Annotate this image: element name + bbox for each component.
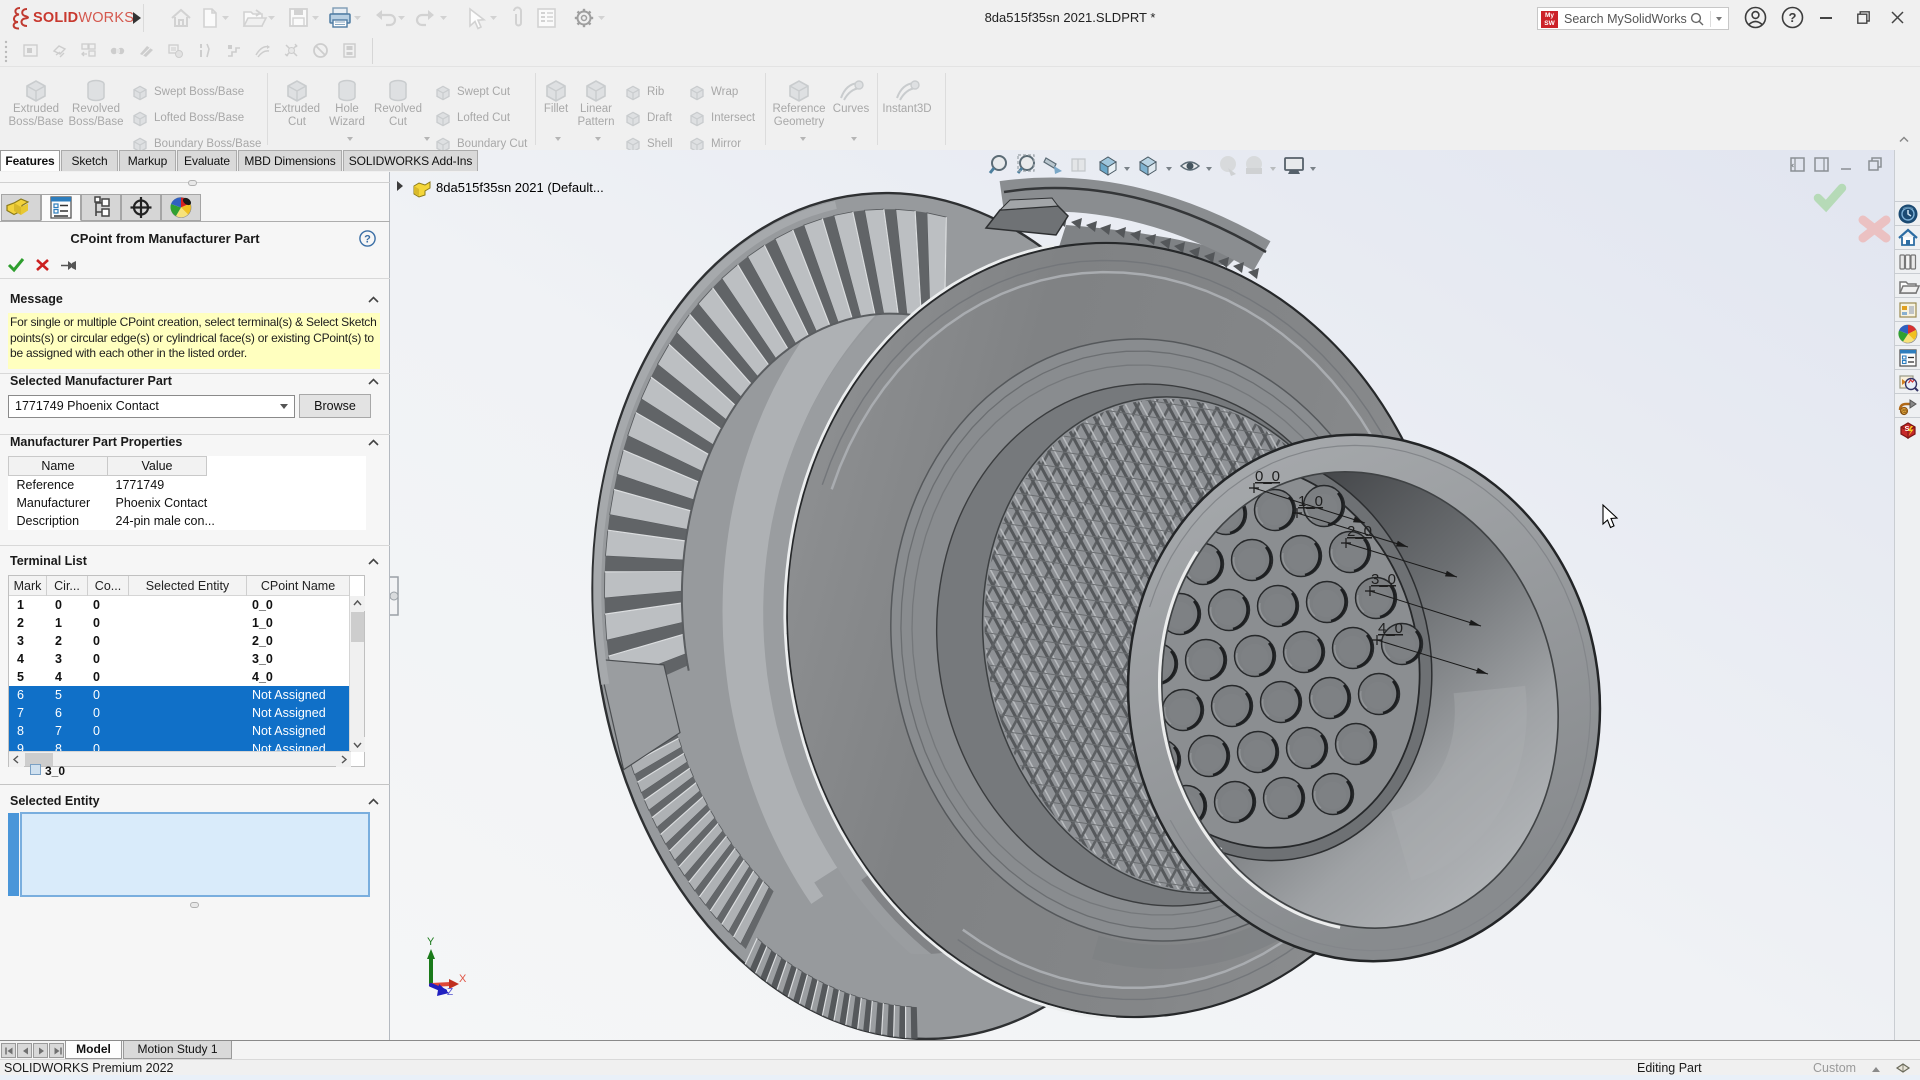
svg-text:?: ?	[1789, 10, 1797, 25]
svg-text:Y: Y	[427, 936, 435, 948]
svg-text:8da515f35sn 2021 (Default...: 8da515f35sn 2021 (Default...	[436, 180, 604, 195]
svg-text:0_0: 0_0	[1255, 468, 1280, 485]
svg-text:2_0: 2_0	[1347, 523, 1372, 540]
svg-text:@: @	[1901, 410, 1907, 416]
svg-text:4_0: 4_0	[1378, 620, 1403, 637]
svg-text:?: ?	[364, 234, 371, 246]
svg-text:S: S	[1905, 424, 1910, 433]
svg-text:X: X	[459, 973, 467, 985]
svg-text:1_0: 1_0	[1298, 493, 1323, 510]
svg-text:Z: Z	[447, 987, 453, 998]
svg-text:3_0: 3_0	[1371, 571, 1396, 588]
